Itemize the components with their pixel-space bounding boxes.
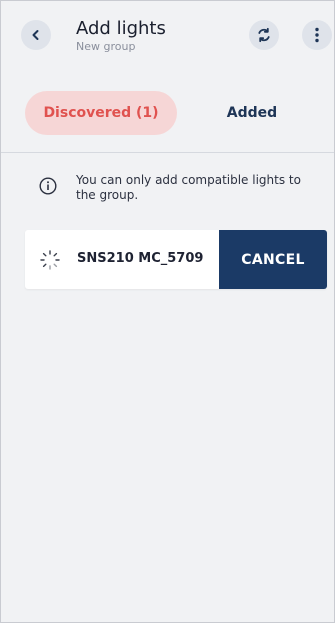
tab-discovered[interactable]: Discovered (1) [25, 91, 177, 135]
device-name: SNS210 MC_5709 [77, 251, 204, 266]
app-frame: Add lights New group Discovered (1) Adde… [0, 0, 335, 623]
back-button[interactable] [21, 20, 51, 50]
info-text: You can only add compatible lights to th… [76, 173, 301, 202]
device-card: SNS210 MC_5709 CANCEL [25, 230, 327, 289]
info-icon [39, 177, 57, 195]
sync-icon [258, 27, 270, 43]
more-vertical-icon [315, 27, 319, 43]
divider [1, 152, 334, 153]
header: Add lights New group [1, 1, 334, 71]
chevron-left-icon [32, 30, 39, 40]
more-options-button[interactable] [302, 20, 332, 50]
loading-spinner-icon [40, 250, 60, 270]
cancel-button[interactable]: CANCEL [219, 230, 327, 289]
page-title: Add lights [76, 18, 166, 39]
tab-added[interactable]: Added [197, 91, 307, 135]
page-subtitle: New group [76, 40, 136, 53]
tab-bar: Discovered (1) Added [1, 87, 334, 139]
sync-button[interactable] [249, 20, 279, 50]
